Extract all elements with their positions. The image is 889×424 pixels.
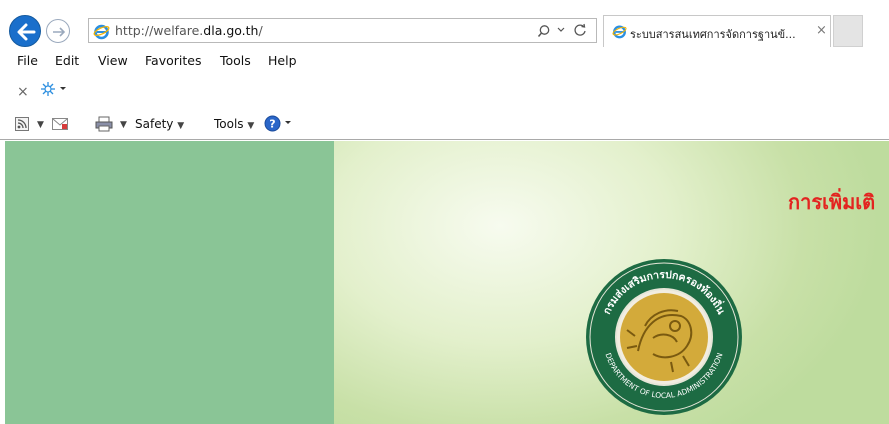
menu-favorites[interactable]: Favorites [145, 53, 201, 68]
tab-close-button[interactable]: × [816, 23, 827, 38]
back-button[interactable] [9, 15, 41, 47]
arrow-right-icon [53, 27, 66, 37]
department-seal-logo: กรมส่งเสริมการปกครองท้องถิ่น DEPARTMENT … [586, 259, 742, 415]
left-sidebar-panel [5, 141, 334, 424]
tools-menu[interactable]: Tools ▼ [214, 117, 254, 131]
browser-tab[interactable]: ระบบสารสนเทศการจัดการฐานข้... × [603, 15, 831, 47]
url-text[interactable]: http://welfare.dla.go.th/ [115, 23, 263, 38]
main-content-area: การเพิ่มเติ กรมส่งเสริมการปกครองท้องถิ่น… [334, 141, 889, 424]
menu-tools[interactable]: Tools [220, 53, 251, 68]
menu-edit[interactable]: Edit [55, 53, 79, 68]
menu-view[interactable]: View [98, 53, 128, 68]
stop-icon[interactable]: × [17, 84, 29, 100]
page-heading: การเพิ่มเติ [788, 190, 876, 214]
tools-label: Tools [214, 117, 244, 131]
menu-file[interactable]: File [17, 53, 38, 68]
print-dropdown-icon[interactable]: ▼ [120, 120, 127, 130]
compatibility-view-icon[interactable] [40, 81, 70, 97]
ie-logo-icon [93, 24, 110, 40]
safety-menu[interactable]: Safety ▼ [135, 117, 184, 131]
address-bar[interactable]: http://welfare.dla.go.th/ [88, 18, 597, 43]
tools-dropdown-icon: ▼ [247, 121, 255, 131]
read-mail-icon[interactable] [52, 118, 68, 130]
arrow-left-icon [17, 23, 36, 41]
forward-button[interactable] [46, 19, 70, 43]
tab-title: ระบบสารสนเทศการจัดการฐานข้... [630, 28, 796, 41]
menu-help[interactable]: Help [268, 53, 297, 68]
ie-logo-icon [612, 25, 627, 39]
print-icon[interactable] [95, 116, 113, 132]
search-icon[interactable] [537, 24, 551, 38]
help-icon[interactable]: ? [264, 115, 296, 132]
rss-feed-icon[interactable] [15, 117, 29, 131]
toolbar-divider [0, 139, 889, 140]
svg-text:?: ? [269, 118, 275, 131]
safety-label: Safety [135, 117, 174, 131]
safety-dropdown-icon: ▼ [177, 121, 185, 131]
dropdown-arrow-icon[interactable] [557, 27, 565, 33]
refresh-icon[interactable] [573, 23, 587, 37]
new-tab-button[interactable] [833, 15, 863, 47]
rss-dropdown-icon[interactable]: ▼ [37, 120, 44, 130]
